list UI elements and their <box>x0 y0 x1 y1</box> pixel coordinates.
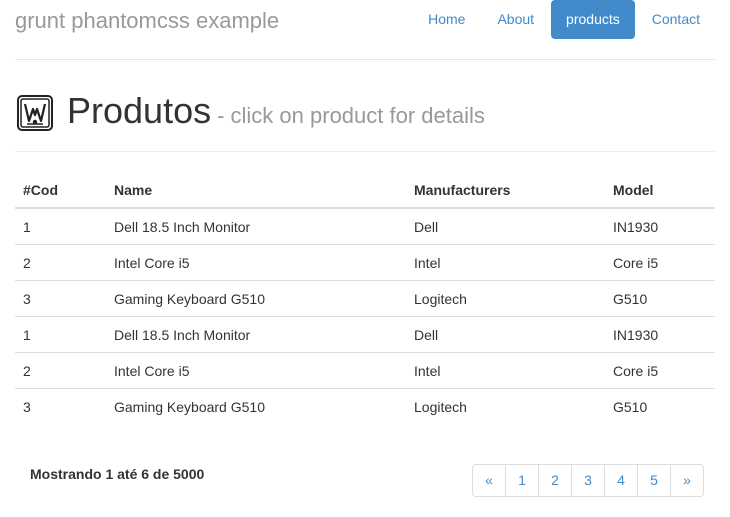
cell-cod: 3 <box>23 398 31 415</box>
table-row[interactable]: 2 Intel Core i5 Intel Core i5 <box>15 352 715 389</box>
pagination-previous-button[interactable]: « <box>473 465 505 496</box>
cell-model: G510 <box>605 280 715 317</box>
pagination-next-button[interactable]: » <box>670 465 703 496</box>
cell-name: Gaming Keyboard G510 <box>114 398 265 415</box>
cell-model: Core i5 <box>605 352 715 389</box>
brand-title[interactable]: grunt phantomcss example <box>15 8 279 34</box>
pagination-page-3[interactable]: 3 <box>571 465 604 496</box>
cell-manufacturer: Dell <box>406 208 605 245</box>
nav-products[interactable]: products <box>551 0 635 39</box>
column-header-cod[interactable]: #Cod <box>15 172 106 209</box>
page-title: Produtos - click on product for details <box>67 90 485 132</box>
cell-name: Intel Core i5 <box>106 244 406 281</box>
cell-model: G510 <box>613 398 648 415</box>
cell-name: Dell 18.5 Inch Monitor <box>106 316 406 353</box>
cell-manufacturer: Logitech <box>406 280 605 317</box>
nav-home[interactable]: Home <box>413 0 480 39</box>
cell-name: Gaming Keyboard G510 <box>106 280 406 317</box>
pagination-page-5[interactable]: 5 <box>637 465 670 496</box>
main-nav: Home About products Contact <box>411 0 715 39</box>
pagination-page-4[interactable]: 4 <box>604 465 637 496</box>
column-header-manufacturers[interactable]: Manufacturers <box>406 172 605 209</box>
table-row[interactable]: 1 Dell 18.5 Inch Monitor Dell IN1930 <box>15 316 715 353</box>
table-row[interactable]: 2 Intel Core i5 Intel Core i5 <box>15 244 715 281</box>
page-header: Produtos - click on product for details <box>15 60 715 152</box>
pagination: « 1 2 3 4 5 » <box>472 464 704 497</box>
table-row[interactable]: 3 Gaming Keyboard G510 Logitech G510 <box>15 389 715 425</box>
page-subtitle: - click on product for details <box>217 103 485 128</box>
pagination-page-2[interactable]: 2 <box>538 465 571 496</box>
cell-model: Core i5 <box>605 244 715 281</box>
cell-cod: 3 <box>15 280 106 317</box>
cell-cod: 2 <box>15 352 106 389</box>
cell-manufacturer: Logitech <box>414 398 467 415</box>
cell-model: IN1930 <box>605 316 715 353</box>
page: grunt phantomcss example Home About prod… <box>0 0 730 517</box>
results-count-text: Mostrando 1 até 6 de 5000 <box>30 466 205 482</box>
cell-cod: 1 <box>15 316 106 353</box>
table-row[interactable]: 3 Gaming Keyboard G510 Logitech G510 <box>15 280 715 317</box>
cell-manufacturer: Intel <box>406 352 605 389</box>
column-header-name[interactable]: Name <box>106 172 406 209</box>
cell-name: Dell 18.5 Inch Monitor <box>106 208 406 245</box>
cell-manufacturer: Dell <box>406 316 605 353</box>
pagination-page-1[interactable]: 1 <box>505 465 538 496</box>
top-navbar: grunt phantomcss example Home About prod… <box>15 0 715 60</box>
table-header-row: #Cod Name Manufacturers Model <box>15 172 715 209</box>
cell-cod: 2 <box>15 244 106 281</box>
table-row[interactable]: 1 Dell 18.5 Inch Monitor Dell IN1930 <box>15 208 715 245</box>
page-title-text: Produtos <box>67 90 212 131</box>
cell-model: IN1930 <box>605 208 715 245</box>
column-header-model[interactable]: Model <box>605 172 715 209</box>
nav-about[interactable]: About <box>482 0 549 39</box>
cell-cod: 1 <box>15 208 106 245</box>
nav-contact[interactable]: Contact <box>637 0 715 39</box>
products-table: #Cod Name Manufacturers Model 1 Dell 18.… <box>15 172 715 424</box>
cell-manufacturer: Intel <box>406 244 605 281</box>
framed-emblem-logo-icon <box>17 95 53 131</box>
cell-name: Intel Core i5 <box>106 352 406 389</box>
